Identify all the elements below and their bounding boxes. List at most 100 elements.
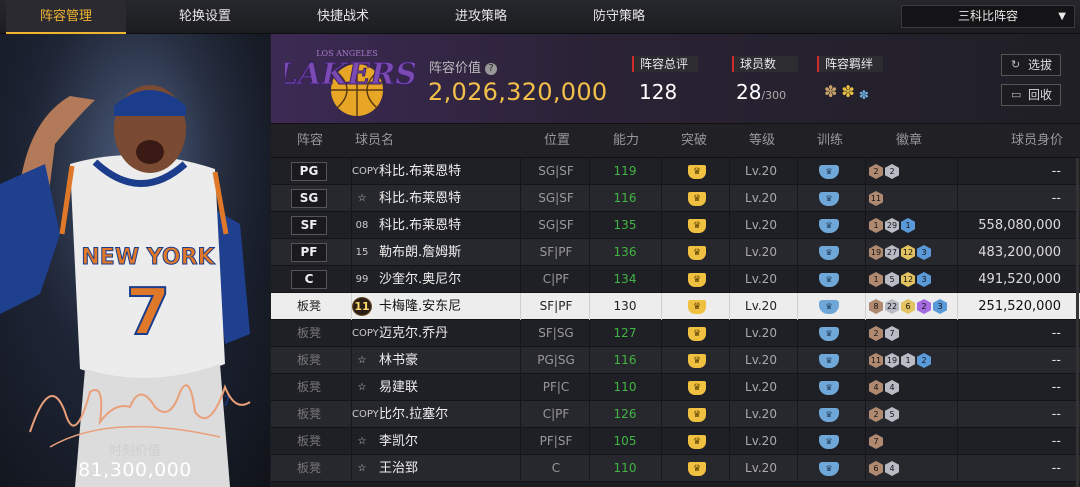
table-row[interactable]: 板凳 ☆ 林书豪 PG|SG 116 ♛ Lv.20 ♛ 11 19 1 2 -- — [271, 347, 1080, 374]
training-shield-icon[interactable]: ♛ — [819, 407, 839, 422]
badge-gold-icon[interactable]: 12 — [901, 245, 915, 260]
badge-blue-icon[interactable]: 3 — [933, 299, 947, 314]
badge-list[interactable]: 1 5 12 3 — [865, 266, 965, 293]
training-cell[interactable]: ♛ — [797, 266, 861, 293]
tab-defense-strategy[interactable]: 防守策略 — [559, 0, 679, 34]
badge-blue-icon[interactable]: 2 — [917, 353, 931, 368]
badge-blue-icon[interactable]: 1 — [901, 218, 915, 233]
crown-shield-icon[interactable]: ♛ — [688, 272, 706, 287]
lineup-slot[interactable]: 板凳 — [291, 428, 327, 455]
training-cell[interactable]: ♛ — [797, 293, 861, 320]
training-shield-icon[interactable]: ♛ — [819, 299, 839, 314]
chemistry-gold-icon[interactable]: ✽ — [841, 82, 858, 101]
badge-blue-icon[interactable]: 3 — [917, 272, 931, 287]
crown-shield-icon[interactable]: ♛ — [688, 434, 706, 449]
player-name[interactable]: 沙奎尔.奥尼尔 — [379, 266, 529, 293]
breakthrough-cell[interactable]: ♛ — [667, 185, 727, 212]
training-shield-icon[interactable]: ♛ — [819, 380, 839, 395]
badge-list[interactable]: 7 — [865, 428, 965, 455]
badge-bronze-icon[interactable]: 2 — [869, 326, 883, 341]
tab-rotation-settings[interactable]: 轮换设置 — [145, 0, 265, 34]
player-name[interactable]: 李凯尔 — [379, 428, 529, 455]
badge-silver-icon[interactable]: 5 — [885, 272, 899, 287]
col-badges[interactable]: 徽章 — [896, 124, 922, 158]
crown-shield-icon[interactable]: ♛ — [688, 380, 706, 395]
crown-shield-icon[interactable]: ♛ — [688, 191, 706, 206]
player-name[interactable]: 迈克尔.乔丹 — [379, 320, 529, 347]
player-name[interactable]: 科比.布莱恩特 — [379, 185, 529, 212]
badge-list[interactable]: 11 — [865, 185, 965, 212]
select-button[interactable]: ↻ 选拔 — [1001, 54, 1061, 76]
training-cell[interactable]: ♛ — [797, 347, 861, 374]
badge-gold-icon[interactable]: 12 — [901, 272, 915, 287]
col-training[interactable]: 训练 — [817, 124, 843, 158]
breakthrough-cell[interactable]: ♛ — [667, 158, 727, 185]
training-cell[interactable]: ♛ — [797, 320, 861, 347]
player-name[interactable]: 林书豪 — [379, 347, 529, 374]
badge-silver-icon[interactable]: 4 — [885, 380, 899, 395]
tab-lineup-management[interactable]: 阵容管理 — [6, 0, 126, 34]
training-shield-icon[interactable]: ♛ — [819, 164, 839, 179]
lineup-slot[interactable]: 板凳 — [291, 401, 327, 428]
player-name[interactable]: 科比.布莱恩特 — [379, 212, 529, 239]
table-row[interactable]: PF 15 勒布朗.詹姆斯 SF|PF 136 ♛ Lv.20 ♛ 19 27 12 3 483,200… — [271, 239, 1080, 266]
badge-bronze-icon[interactable]: 6 — [869, 461, 883, 476]
badge-list[interactable]: 1 29 1 — [865, 212, 965, 239]
table-row[interactable]: SF 08 科比.布莱恩特 SG|SF 135 ♛ Lv.20 ♛ 1 29 1 558,080,00… — [271, 212, 1080, 239]
player-name[interactable]: 科比.布莱恩特 — [379, 158, 529, 185]
training-shield-icon[interactable]: ♛ — [819, 191, 839, 206]
table-row[interactable]: 板凳 COPY 比尔.拉塞尔 C|PF 126 ♛ Lv.20 ♛ 2 5 -- — [271, 401, 1080, 428]
chemistry-icons[interactable]: ✽✽ ✽ — [824, 82, 869, 102]
badge-list[interactable]: 27 — [865, 320, 965, 347]
player-name[interactable]: 王治郅 — [379, 455, 529, 482]
badge-silver-icon[interactable]: 5 — [885, 407, 899, 422]
table-row[interactable]: SG ☆ 科比.布莱恩特 SG|SF 116 ♛ Lv.20 ♛ 11 -- — [271, 185, 1080, 212]
badge-purple-icon[interactable]: 2 — [917, 299, 931, 314]
crown-shield-icon[interactable]: ♛ — [688, 326, 706, 341]
badge-blue-icon[interactable]: 3 — [917, 245, 931, 260]
breakthrough-cell[interactable]: ♛ — [667, 401, 727, 428]
lineup-slot[interactable]: 板凳 — [291, 293, 327, 320]
roster-scrollbar[interactable] — [1076, 158, 1079, 487]
col-level[interactable]: 等级 — [749, 124, 775, 158]
crown-shield-icon[interactable]: ♛ — [688, 299, 706, 314]
lineup-select[interactable]: 三科比阵容 ▼ — [901, 5, 1075, 28]
col-slot[interactable]: 阵容 — [297, 124, 323, 158]
badge-silver-icon[interactable]: 2 — [885, 164, 899, 179]
chemistry-blue-icon[interactable]: ✽ — [859, 82, 873, 109]
badge-bronze-icon[interactable]: 8 — [869, 299, 883, 314]
col-breakthrough[interactable]: 突破 — [681, 124, 707, 158]
training-cell[interactable]: ♛ — [797, 212, 861, 239]
breakthrough-cell[interactable]: ♛ — [667, 212, 727, 239]
player-name[interactable]: 勒布朗.詹姆斯 — [379, 239, 529, 266]
chemistry-bronze-icon[interactable]: ✽ — [824, 82, 841, 101]
badge-silver-icon[interactable]: 22 — [885, 299, 899, 314]
table-row[interactable]: 板凳 11 卡梅隆.安东尼 SF|PF 130 ♛ Lv.20 ♛ 8 22 6 2 3 251,520,… — [271, 293, 1080, 320]
crown-shield-icon[interactable]: ♛ — [688, 461, 706, 476]
badge-bronze-icon[interactable]: 11 — [869, 191, 883, 206]
breakthrough-cell[interactable]: ♛ — [667, 347, 727, 374]
help-icon[interactable]: ? — [485, 63, 498, 75]
training-cell[interactable]: ♛ — [797, 239, 861, 266]
badge-list[interactable]: 19 27 12 3 — [865, 239, 965, 266]
tab-offense-strategy[interactable]: 进攻策略 — [421, 0, 541, 34]
badge-bronze-icon[interactable]: 11 — [869, 353, 883, 368]
crown-shield-icon[interactable]: ♛ — [688, 164, 706, 179]
training-shield-icon[interactable]: ♛ — [819, 461, 839, 476]
player-name[interactable]: 易建联 — [379, 374, 529, 401]
training-shield-icon[interactable]: ♛ — [819, 434, 839, 449]
table-row[interactable]: 板凳 ☆ 易建联 PF|C 110 ♛ Lv.20 ♛ 4 4 -- — [271, 374, 1080, 401]
table-row[interactable]: 板凳 ☆ 王治郅 C 110 ♛ Lv.20 ♛ 6 4 -- — [271, 455, 1080, 482]
table-row[interactable]: C 99 沙奎尔.奥尼尔 C|PF 134 ♛ Lv.20 ♛ 1 5 12 3 491,520,000 — [271, 266, 1080, 293]
table-row[interactable]: 板凳 ☆ 李凯尔 PF|SF 105 ♛ Lv.20 ♛ 7 -- — [271, 428, 1080, 455]
lineup-slot[interactable]: 板凳 — [291, 320, 327, 347]
badge-bronze-icon[interactable]: 2 — [869, 407, 883, 422]
training-cell[interactable]: ♛ — [797, 428, 861, 455]
training-cell[interactable]: ♛ — [797, 158, 861, 185]
col-player-name[interactable]: 球员名 — [355, 124, 394, 158]
training-shield-icon[interactable]: ♛ — [819, 272, 839, 287]
lineup-slot[interactable]: C — [291, 270, 327, 289]
badge-list[interactable]: 8 22 6 2 3 — [865, 293, 965, 320]
lineup-slot[interactable]: SG — [291, 189, 327, 208]
breakthrough-cell[interactable]: ♛ — [667, 320, 727, 347]
